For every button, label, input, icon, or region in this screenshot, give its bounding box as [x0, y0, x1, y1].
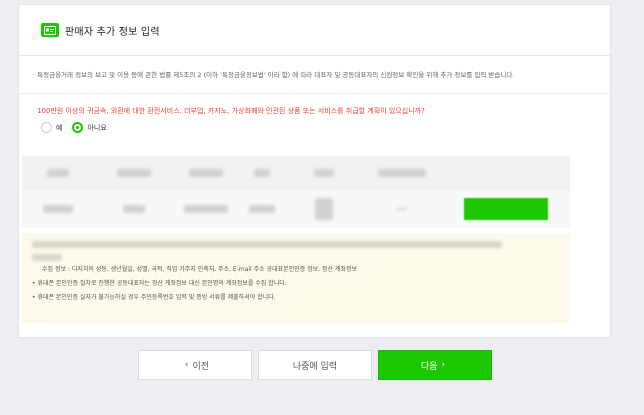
legal-notice: · 특정금융거래 정보의 보고 및 이용 등에 관한 법률 제5조의 2 (이하… [19, 56, 610, 94]
table-cell [94, 190, 174, 228]
chevron-left-icon: ‹ [184, 360, 189, 370]
radio-option-yes[interactable]: 예 [41, 122, 62, 133]
prev-button-label: 이전 [192, 361, 210, 372]
chevron-right-icon: › [441, 360, 446, 370]
info-box: 수집 정보 : 디지치의 성동, 생년월일, 성별, 국적, 직업 가주지 인축… [22, 233, 570, 323]
info-blurred-line [32, 241, 502, 248]
answer-radio-group: 예 아니요 [19, 122, 610, 133]
table-header-cell [286, 156, 362, 190]
table-header-cell [362, 156, 442, 190]
radio-yes-label: 예 [56, 123, 63, 132]
table-cell [286, 190, 362, 228]
id-card-icon [41, 23, 59, 37]
next-button[interactable]: 다음 › [378, 350, 492, 380]
radio-no-label: 아니요 [87, 123, 107, 132]
table-cell [442, 190, 570, 228]
info-note-2: • 휴대폰 본인인증 실자가 불가능하실 경우 주민등록번호 입력 및 증빙 서… [32, 294, 276, 301]
table-header-cell [22, 156, 94, 190]
table-header-row [22, 156, 570, 190]
radio-option-no[interactable]: 아니요 [72, 122, 107, 133]
table-cell [174, 190, 238, 228]
table-header-cell [174, 156, 238, 190]
page-title: 판매자 추가 정보 입력 [65, 26, 160, 38]
card-header: 판매자 추가 정보 입력 [19, 5, 610, 56]
later-button[interactable]: 나중에 입력 [258, 350, 372, 380]
info-blurred-line [32, 254, 62, 261]
radio-no-indicator[interactable] [72, 122, 84, 133]
info-note-1: • 휴대폰 본인인증 절차로 진행한 공동대표자는 정산 계좌정보 대신 본인명… [32, 280, 287, 287]
prev-button[interactable]: ‹ 이전 [138, 350, 252, 380]
table-row [22, 190, 570, 228]
table-cell [22, 190, 94, 228]
table-header-cell [238, 156, 286, 190]
radio-yes-indicator[interactable] [41, 122, 52, 133]
next-button-label: 다음 [420, 361, 438, 372]
table-header-cell [442, 156, 570, 190]
table-cell [362, 190, 442, 228]
verify-button[interactable] [464, 198, 548, 220]
representative-table [22, 156, 570, 228]
business-question: 100만원 이상의 귀금속, 외환에 대한 환전서비스, 더부업, 카지노, 가… [37, 107, 425, 115]
table-header-cell [94, 156, 174, 190]
info-collect-line: 수집 정보 : 디지치의 성동, 생년월일, 성별, 국적, 직업 가주지 인축… [42, 266, 358, 273]
table-cell [238, 190, 286, 228]
later-button-label: 나중에 입력 [292, 361, 338, 372]
